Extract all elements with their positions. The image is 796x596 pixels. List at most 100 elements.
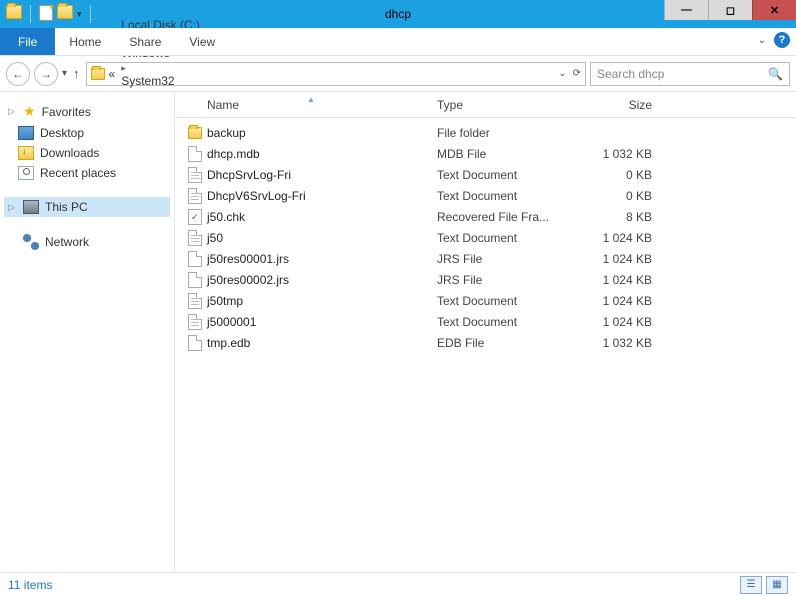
file-type: File folder [437,126,582,140]
qat-dropdown-icon[interactable]: ▾ [77,9,82,20]
help-icon[interactable]: ? [774,32,790,48]
status-text: 11 items [8,578,52,592]
sidebar-item-recent[interactable]: Recent places [4,163,170,183]
tab-file[interactable]: File [0,28,55,55]
app-icon [6,5,22,19]
network-icon [23,234,39,250]
sidebar-item-downloads[interactable]: Downloads [4,143,170,163]
maximize-button[interactable]: ◻ [708,0,752,20]
file-name: j50res00002.jrs [207,273,437,287]
chevron-right-icon[interactable]: ▸ [119,63,128,73]
text-file-icon [188,167,202,183]
file-icon [188,251,202,267]
file-row[interactable]: backupFile folder [175,122,796,143]
explorer-window: ▾ dhcp — ◻ ✕ File Home Share View ⌄ ? ← … [0,0,796,596]
sidebar-label: Recent places [40,166,116,180]
file-row[interactable]: j50res00001.jrsJRS File1 024 KB [175,248,796,269]
file-list-area: Name ▲ Type Size backupFile folderdhcp.m… [175,92,796,572]
search-icon: 🔍 [768,67,783,81]
file-row[interactable]: DhcpSrvLog-FriText Document0 KB [175,164,796,185]
file-row[interactable]: j5000001Text Document1 024 KB [175,311,796,332]
history-dropdown-icon[interactable]: ▾ [62,68,67,79]
quick-access-toolbar: ▾ [0,3,101,25]
sidebar-item-network[interactable]: ▷ Network [4,231,170,253]
search-input[interactable]: Search dhcp 🔍 [590,62,790,86]
file-rows: backupFile folderdhcp.mdbMDB File1 032 K… [175,118,796,572]
column-name[interactable]: Name ▲ [207,98,437,112]
file-name: DhcpV6SrvLog-Fri [207,189,437,203]
file-size: 1 024 KB [582,231,662,245]
new-doc-icon[interactable] [39,5,53,21]
tab-home[interactable]: Home [55,28,115,55]
file-row[interactable]: dhcp.mdbMDB File1 032 KB [175,143,796,164]
breadcrumb-item[interactable]: System32 [119,74,202,88]
file-name: j50tmp [207,294,437,308]
up-button[interactable]: ↑ [71,66,82,81]
file-size: 0 KB [582,189,662,203]
navigation-pane: ▷ ★ Favorites Desktop Downloads Recent p… [0,92,175,572]
file-type: Text Document [437,294,582,308]
file-icon [188,272,202,288]
close-button[interactable]: ✕ [752,0,796,20]
folder-icon [188,127,202,139]
file-size: 0 KB [582,168,662,182]
collapse-icon[interactable]: ▷ [8,202,17,213]
pc-icon [23,200,39,214]
file-type: JRS File [437,273,582,287]
column-size[interactable]: Size [582,98,662,112]
file-size: 1 024 KB [582,273,662,287]
text-file-icon [188,230,202,246]
navigation-row: ← → ▾ ↑ « Local Disk (C:)▸Windows▸System… [0,56,796,92]
back-button[interactable]: ← [6,62,30,86]
file-type: Recovered File Fra... [437,210,582,224]
file-icon [188,146,202,162]
sidebar-label: Network [45,235,89,249]
breadcrumb-prefix[interactable]: « [107,67,118,81]
titlebar[interactable]: ▾ dhcp — ◻ ✕ [0,0,796,28]
column-type[interactable]: Type [437,98,582,112]
sidebar-item-thispc[interactable]: ▷ This PC [4,197,170,217]
file-name: tmp.edb [207,336,437,350]
icons-view-button[interactable]: ▦ [766,576,788,594]
file-row[interactable]: j50res00002.jrsJRS File1 024 KB [175,269,796,290]
text-file-icon [188,188,202,204]
downloads-icon [18,146,34,160]
file-name: DhcpSrvLog-Fri [207,168,437,182]
tab-share[interactable]: Share [115,28,175,55]
text-file-icon [188,293,202,309]
qat-folder-icon[interactable] [57,5,73,19]
tab-view[interactable]: View [175,28,229,55]
sidebar-item-desktop[interactable]: Desktop [4,123,170,143]
expand-ribbon-icon[interactable]: ⌄ [758,35,766,46]
sidebar-favorites[interactable]: ▷ ★ Favorites [4,100,170,123]
sidebar-label: Desktop [40,126,84,140]
content-area: ▷ ★ Favorites Desktop Downloads Recent p… [0,92,796,572]
file-type: Text Document [437,231,582,245]
refresh-icon[interactable]: ⟳ [573,68,581,79]
details-view-button[interactable]: ☰ [740,576,762,594]
file-row[interactable]: tmp.edbEDB File1 032 KB [175,332,796,353]
sort-asc-icon: ▲ [307,95,315,104]
sidebar-label: This PC [45,200,88,214]
collapse-icon[interactable]: ▷ [8,106,17,117]
file-row[interactable]: DhcpV6SrvLog-FriText Document0 KB [175,185,796,206]
forward-button[interactable]: → [34,62,58,86]
file-type: Text Document [437,315,582,329]
file-row[interactable]: j50tmpText Document1 024 KB [175,290,796,311]
file-row[interactable]: j50.chkRecovered File Fra...8 KB [175,206,796,227]
file-size: 1 032 KB [582,147,662,161]
star-icon: ★ [23,103,36,120]
file-name: j50res00001.jrs [207,252,437,266]
column-label: Name [207,98,239,112]
qat-separator [30,5,31,23]
file-row[interactable]: j50Text Document1 024 KB [175,227,796,248]
file-type: EDB File [437,336,582,350]
file-size: 1 024 KB [582,252,662,266]
window-controls: — ◻ ✕ [664,0,796,20]
address-bar[interactable]: « Local Disk (C:)▸Windows▸System32▸dhcp▸… [86,62,586,86]
address-dropdown-icon[interactable]: ⌄ [558,68,566,79]
file-size: 8 KB [582,210,662,224]
desktop-icon [18,126,34,140]
file-type: MDB File [437,147,582,161]
minimize-button[interactable]: — [664,0,708,20]
